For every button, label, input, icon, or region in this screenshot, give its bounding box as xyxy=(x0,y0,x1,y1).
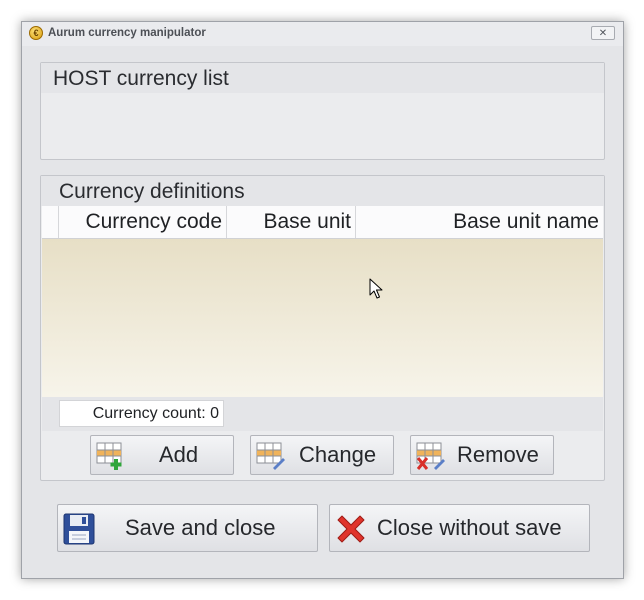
close-without-save-button[interactable]: Close without save xyxy=(329,504,590,552)
close-without-save-label: Close without save xyxy=(377,515,562,540)
group-caption: HOST currency list xyxy=(41,63,604,93)
add-button-label: Add xyxy=(159,442,199,467)
row-indicator-header xyxy=(42,206,59,238)
grid-body[interactable] xyxy=(42,239,603,397)
add-button[interactable]: Add xyxy=(90,435,234,475)
mouse-cursor-icon xyxy=(369,278,383,299)
floppy-disk-icon xyxy=(63,513,95,545)
column-header-base-unit[interactable]: Base unit xyxy=(227,206,356,238)
host-currency-list-group: HOST currency list xyxy=(40,62,605,160)
app-window: € Aurum currency manipulator ✕ HOST curr… xyxy=(21,21,624,579)
window-close-button[interactable]: ✕ xyxy=(591,26,615,40)
column-header-currency-code[interactable]: Currency code xyxy=(59,206,227,238)
coin-icon: € xyxy=(29,26,43,40)
remove-button-label: Remove xyxy=(457,442,539,467)
save-and-close-button[interactable]: Save and close xyxy=(57,504,318,552)
currency-count-label: Currency count: 0 xyxy=(59,400,224,427)
grid-footer: Currency count: 0 xyxy=(42,397,603,431)
grid-edit-icon xyxy=(256,442,285,470)
change-button[interactable]: Change xyxy=(250,435,394,475)
currency-grid[interactable]: Currency code Base unit Base unit name xyxy=(42,206,603,397)
grid-remove-icon xyxy=(416,442,445,470)
grid-add-icon xyxy=(96,442,122,470)
title-bar[interactable]: € Aurum currency manipulator ✕ xyxy=(22,22,623,46)
currency-definitions-group: Currency definitions Currency code Base … xyxy=(40,175,605,481)
remove-button[interactable]: Remove xyxy=(410,435,554,475)
red-x-icon xyxy=(337,515,365,543)
column-header-base-unit-name[interactable]: Base unit name xyxy=(356,206,603,238)
change-button-label: Change xyxy=(299,442,377,467)
save-and-close-label: Save and close xyxy=(125,515,276,540)
window-title: Aurum currency manipulator xyxy=(48,27,206,39)
host-currency-list-caption: HOST currency list xyxy=(53,67,229,90)
currency-definitions-caption: Currency definitions xyxy=(59,180,245,203)
grid-header: Currency code Base unit Base unit name xyxy=(42,206,603,239)
group-caption: Currency definitions xyxy=(41,176,604,206)
